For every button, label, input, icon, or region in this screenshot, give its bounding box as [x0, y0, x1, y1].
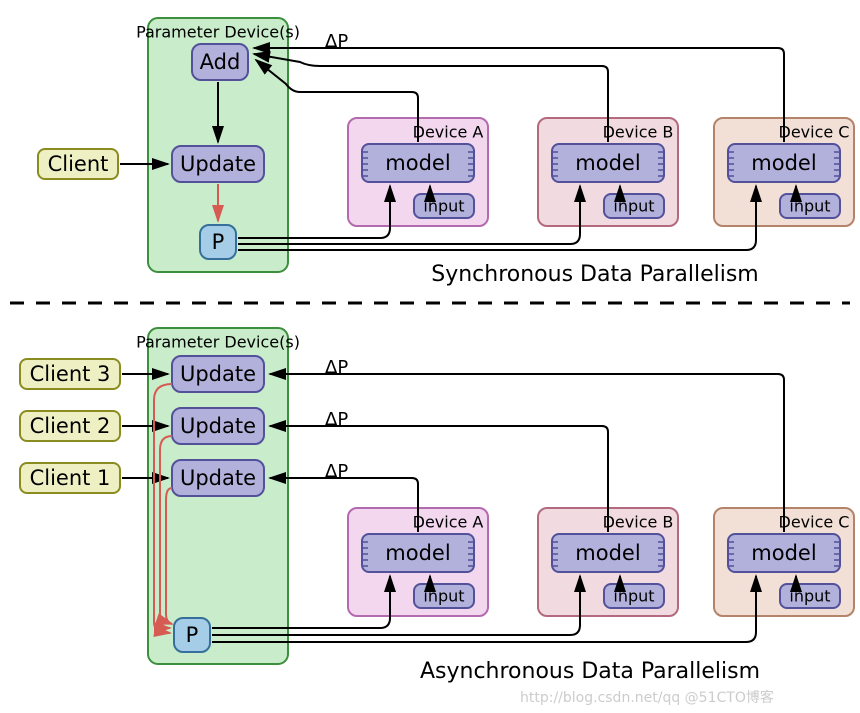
async-diagram: Parameter Device(s) Update Update Update…: [20, 328, 854, 684]
svg-text:model: model: [575, 541, 640, 565]
svg-text:Device C: Device C: [779, 513, 850, 532]
svg-text:Device B: Device B: [603, 513, 674, 532]
add-label: Add: [200, 50, 241, 74]
device-c-label: Device C: [779, 123, 850, 142]
model-a-label: model: [385, 151, 450, 175]
arrow-c-u3: [270, 374, 784, 532]
sync-title: Synchronous Data Parallelism: [431, 262, 758, 287]
client3-label: Client 3: [30, 362, 111, 386]
param-device-label-2: Parameter Device(s): [136, 333, 300, 352]
device-b-label: Device B: [603, 123, 674, 142]
svg-text:input: input: [789, 587, 830, 606]
watermark: http://blog.csdn.net/qq @51CTO博客: [520, 689, 774, 706]
arrow-c-add: [254, 48, 784, 142]
update3-label: Update: [180, 362, 256, 386]
update1-label: Update: [180, 466, 256, 490]
async-title: Asynchronous Data Parallelism: [420, 659, 760, 684]
diagram-root: Parameter Device(s) Add Update P Client …: [0, 0, 860, 713]
client2-label: Client 2: [30, 414, 111, 438]
input-a-label: input: [423, 197, 464, 216]
svg-text:input: input: [423, 587, 464, 606]
svg-text:model: model: [751, 541, 816, 565]
update2-label: Update: [180, 414, 256, 438]
svg-text:input: input: [613, 587, 654, 606]
client1-label: Client 1: [30, 466, 111, 490]
model-b-label: model: [575, 151, 640, 175]
p-label: P: [212, 230, 225, 254]
svg-text:model: model: [385, 541, 450, 565]
param-device-label: Parameter Device(s): [136, 23, 300, 42]
input-b-label: input: [613, 197, 654, 216]
update-label: Update: [180, 152, 256, 176]
sync-diagram: Parameter Device(s) Add Update P Client …: [38, 18, 854, 287]
model-c-label: model: [751, 151, 816, 175]
input-c-label: input: [789, 197, 830, 216]
svg-text:Device A: Device A: [413, 513, 484, 532]
client-label: Client: [48, 152, 109, 176]
device-a-label: Device A: [413, 123, 484, 142]
p-label-2: P: [186, 623, 199, 647]
